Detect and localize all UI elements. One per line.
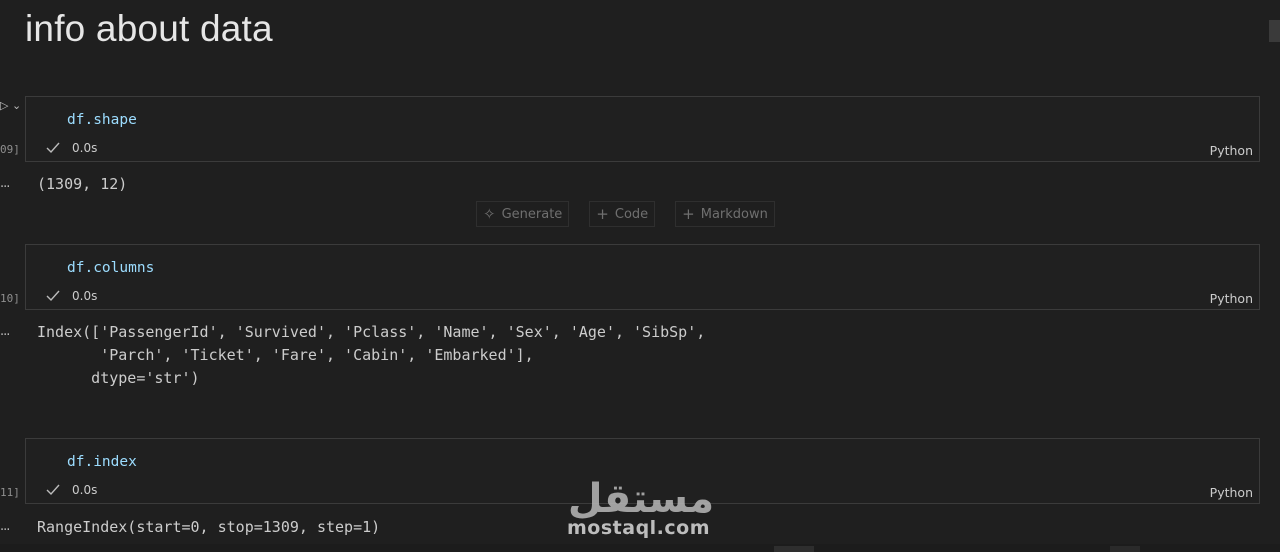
cell-code-text[interactable]: df.columns: [67, 260, 154, 276]
scrollbar-thumb[interactable]: [1269, 20, 1280, 42]
code-cell-shape[interactable]: df.shape 0.0s Python: [25, 96, 1260, 162]
output-line: dtype='str'): [37, 369, 200, 387]
output-line: Index(['PassengerId', 'Survived', 'Pclas…: [37, 323, 706, 341]
code-cell-columns[interactable]: df.columns 0.0s Python: [25, 244, 1260, 310]
sparkle-icon: ✧: [483, 205, 496, 223]
code-label: Code: [614, 206, 649, 222]
output-line: 'Parch', 'Ticket', 'Fare', 'Cabin', 'Emb…: [37, 346, 534, 364]
cell-run-controls[interactable]: ▷ ⌄: [0, 99, 21, 112]
output-more-icon[interactable]: ...: [0, 176, 10, 191]
output-line: RangeIndex(start=0, stop=1309, step=1): [37, 518, 381, 536]
execution-count-label: 11]: [0, 486, 20, 499]
cell-status: 0.0s: [46, 483, 97, 497]
plus-icon: +: [682, 205, 695, 223]
cell-status: 0.0s: [46, 289, 97, 303]
cell-code-text[interactable]: df.index: [67, 454, 137, 470]
cell-code-text[interactable]: df.shape: [67, 112, 137, 128]
cell-output: (1309, 12): [37, 173, 127, 196]
execution-time: 0.0s: [72, 289, 98, 303]
insert-cell-toolbar: ✧ Generate + Code + Markdown: [476, 201, 775, 227]
cell-language-picker[interactable]: Python: [1210, 485, 1253, 500]
watermark-text: mostaql.com: [567, 517, 711, 539]
svg-text:مستقل: مستقل: [568, 476, 714, 522]
execution-count-label: 09]: [0, 143, 20, 156]
check-icon: [46, 484, 60, 496]
notebook-editor: info about data ▷ ⌄ 09] df.shape 0.0s Py…: [0, 0, 1280, 552]
markdown-label: Markdown: [700, 206, 768, 222]
bottom-toolbar-item[interactable]: [774, 546, 814, 552]
cell-status: 0.0s: [46, 141, 97, 155]
cell-output: Index(['PassengerId', 'Survived', 'Pclas…: [37, 321, 705, 390]
cell-language-picker[interactable]: Python: [1210, 291, 1253, 306]
cell-output: RangeIndex(start=0, stop=1309, step=1): [37, 516, 380, 539]
add-code-cell-button[interactable]: + Code: [589, 201, 656, 227]
cell-language-picker[interactable]: Python: [1210, 143, 1253, 158]
execution-time: 0.0s: [72, 141, 98, 155]
add-markdown-cell-button[interactable]: + Markdown: [675, 201, 775, 227]
generate-button[interactable]: ✧ Generate: [476, 201, 570, 227]
output-more-icon[interactable]: ...: [0, 324, 10, 339]
check-icon: [46, 142, 60, 154]
output-more-icon[interactable]: ...: [0, 519, 10, 534]
markdown-heading: info about data: [25, 8, 273, 49]
plus-icon: +: [596, 205, 609, 223]
generate-label: Generate: [501, 206, 563, 222]
bottom-edge: [0, 544, 1280, 552]
output-line: (1309, 12): [37, 175, 128, 193]
bottom-toolbar-item[interactable]: [1110, 546, 1140, 552]
check-icon: [46, 290, 60, 302]
execution-count-label: 10]: [0, 292, 20, 305]
execution-time: 0.0s: [72, 483, 98, 497]
